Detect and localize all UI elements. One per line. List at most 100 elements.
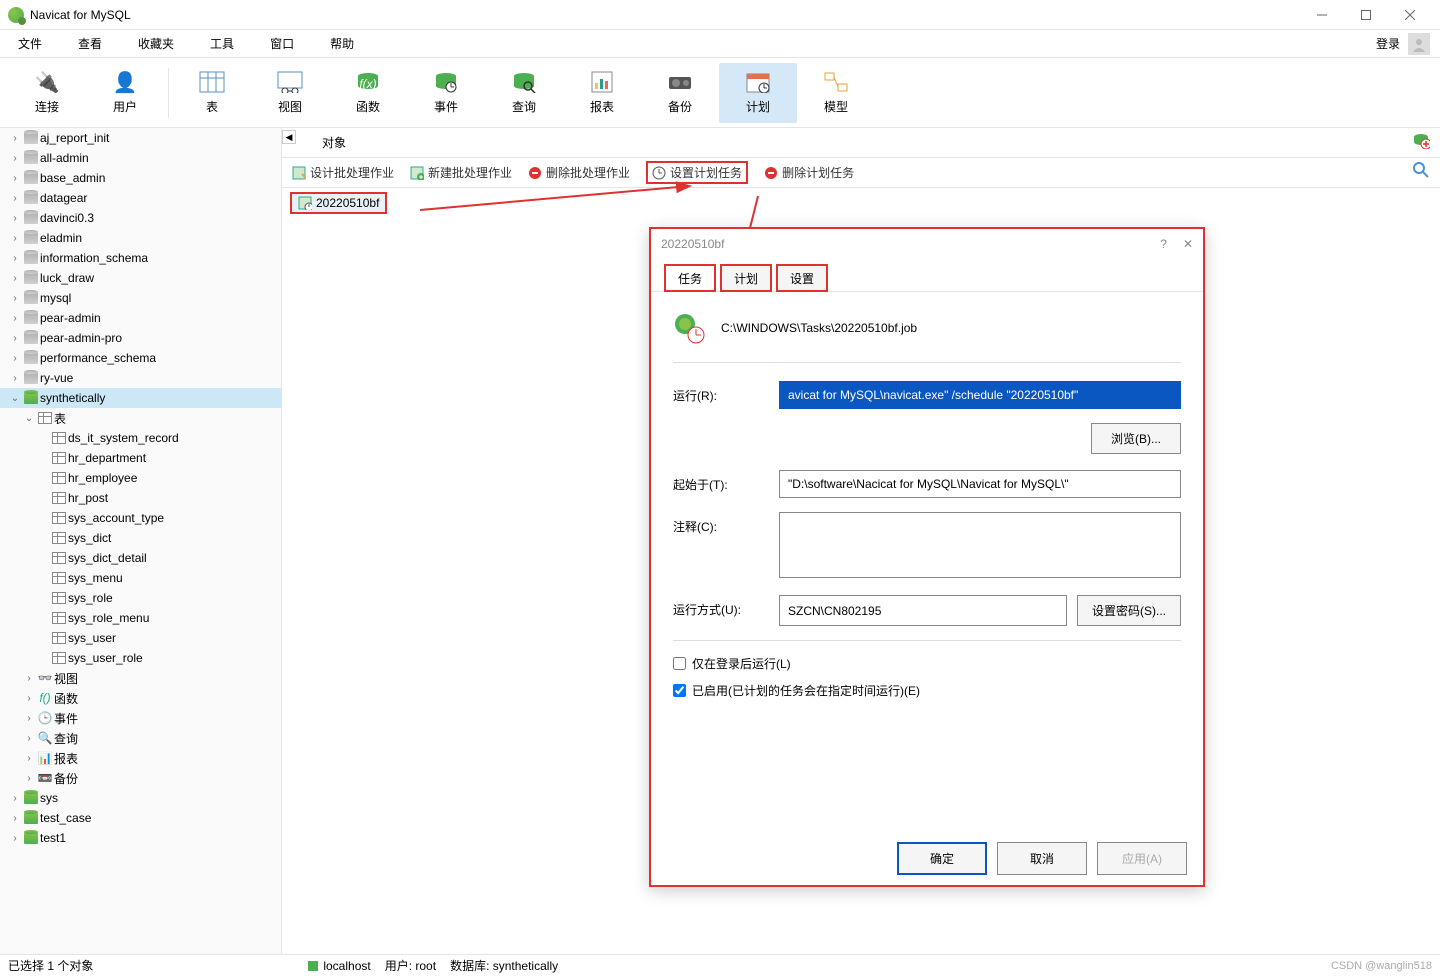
- tree-table-item[interactable]: hr_employee: [0, 468, 281, 488]
- tree-table-item[interactable]: sys_role_menu: [0, 608, 281, 628]
- close-button[interactable]: [1388, 0, 1432, 30]
- tree-table-item[interactable]: sys_user: [0, 628, 281, 648]
- tool-view[interactable]: 视图: [251, 63, 329, 123]
- tree-group-backups[interactable]: ›📼备份: [0, 768, 281, 788]
- input-run[interactable]: [779, 381, 1181, 409]
- tree-db-item[interactable]: ›test1: [0, 828, 281, 848]
- sidebar-collapse-handle[interactable]: ◀: [282, 130, 296, 144]
- status-user: 用户: root: [385, 957, 436, 974]
- tool-user[interactable]: 👤用户: [86, 63, 164, 123]
- tool-table[interactable]: 表: [173, 63, 251, 123]
- tree-db-item[interactable]: ›sys: [0, 788, 281, 808]
- tree-table-item[interactable]: hr_department: [0, 448, 281, 468]
- menu-help[interactable]: 帮助: [322, 31, 362, 56]
- tree-table-item[interactable]: sys_menu: [0, 568, 281, 588]
- tool-schedule[interactable]: 计划: [719, 63, 797, 123]
- tree-db-item[interactable]: ›mysql: [0, 288, 281, 308]
- input-runas[interactable]: [779, 595, 1067, 626]
- tool-report[interactable]: 报表: [563, 63, 641, 123]
- dialog-tab-schedule[interactable]: 计划: [721, 265, 771, 291]
- tool-backup[interactable]: 备份: [641, 63, 719, 123]
- tree-db-item[interactable]: ›test_case: [0, 808, 281, 828]
- tree-db-item[interactable]: ›all-admin: [0, 148, 281, 168]
- tool-report-label: 报表: [590, 98, 614, 115]
- tool-model-label: 模型: [824, 98, 848, 115]
- tree-db-item[interactable]: ›base_admin: [0, 168, 281, 188]
- tree-db-item[interactable]: ›pear-admin-pro: [0, 328, 281, 348]
- action-set-task[interactable]: 设置计划任务: [646, 161, 748, 184]
- window-controls: [1300, 0, 1432, 30]
- label-startin: 起始于(T):: [673, 470, 763, 493]
- input-startin[interactable]: [779, 470, 1181, 498]
- watermark: CSDN @wanglin518: [1331, 960, 1432, 972]
- action-delete-task[interactable]: 删除计划任务: [764, 164, 854, 181]
- ok-button[interactable]: 确定: [897, 842, 987, 875]
- input-comment[interactable]: [779, 512, 1181, 578]
- tool-schedule-label: 计划: [746, 98, 770, 115]
- tree-table-item[interactable]: sys_account_type: [0, 508, 281, 528]
- tree-table-item[interactable]: sys_user_role: [0, 648, 281, 668]
- menu-tools[interactable]: 工具: [202, 31, 242, 56]
- set-password-button[interactable]: 设置密码(S)...: [1077, 595, 1181, 626]
- tree-db-item[interactable]: ›eladmin: [0, 228, 281, 248]
- dialog-tab-task[interactable]: 任务: [665, 265, 715, 291]
- tree-db-item[interactable]: ›pear-admin: [0, 308, 281, 328]
- schedule-item[interactable]: 20220510bf: [290, 192, 387, 214]
- maximize-button[interactable]: [1344, 0, 1388, 30]
- minimize-button[interactable]: [1300, 0, 1344, 30]
- dialog-help-icon[interactable]: ?: [1160, 237, 1167, 251]
- tool-backup-label: 备份: [668, 98, 692, 115]
- tree-db-item[interactable]: ›luck_draw: [0, 268, 281, 288]
- action-design-job[interactable]: 设计批处理作业: [292, 164, 394, 181]
- tree-db-item[interactable]: ›davinci0.3: [0, 208, 281, 228]
- tree-db-item[interactable]: ›ry-vue: [0, 368, 281, 388]
- sidebar[interactable]: ›aj_report_init›all-admin›base_admin›dat…: [0, 128, 282, 956]
- app-title: Navicat for MySQL: [30, 8, 131, 22]
- tree-group-events[interactable]: ›🕒事件: [0, 708, 281, 728]
- apply-button[interactable]: 应用(A): [1097, 842, 1187, 875]
- tree-table-item[interactable]: hr_post: [0, 488, 281, 508]
- action-search-icon[interactable]: [1412, 161, 1430, 184]
- menu-favorites[interactable]: 收藏夹: [130, 31, 182, 56]
- menu-window[interactable]: 窗口: [262, 31, 302, 56]
- tree-db-item[interactable]: ›aj_report_init: [0, 128, 281, 148]
- status-host: localhost: [307, 959, 370, 973]
- tool-model[interactable]: 模型: [797, 63, 875, 123]
- avatar[interactable]: [1408, 33, 1430, 55]
- tree-group-views[interactable]: ›👓视图: [0, 668, 281, 688]
- cancel-button[interactable]: 取消: [997, 842, 1087, 875]
- tree-table-item[interactable]: sys_dict_detail: [0, 548, 281, 568]
- tree-group-tables[interactable]: ⌄ 表: [0, 408, 281, 428]
- action-new-job[interactable]: 新建批处理作业: [410, 164, 512, 181]
- tree-group-queries[interactable]: ›🔍查询: [0, 728, 281, 748]
- table-group-icon: [38, 412, 52, 424]
- tab-objects[interactable]: 对象: [306, 128, 362, 157]
- tree-table-item[interactable]: ds_it_system_record: [0, 428, 281, 448]
- tree-group-funcs[interactable]: ›f()函数: [0, 688, 281, 708]
- app-icon: [8, 7, 24, 23]
- tree-db-item[interactable]: ›performance_schema: [0, 348, 281, 368]
- menu-file[interactable]: 文件: [10, 31, 50, 56]
- check-enabled[interactable]: 已启用(已计划的任务会在指定时间运行)(E): [673, 682, 1181, 699]
- dialog-close-icon[interactable]: ✕: [1183, 237, 1193, 251]
- add-tab-button[interactable]: [1402, 127, 1440, 158]
- action-delete-job[interactable]: 删除批处理作业: [528, 164, 630, 181]
- status-db: 数据库: synthetically: [450, 957, 558, 974]
- dialog-tab-settings[interactable]: 设置: [777, 265, 827, 291]
- tree-db-active[interactable]: ⌄ synthetically: [0, 388, 281, 408]
- tree-db-item[interactable]: ›datagear: [0, 188, 281, 208]
- browse-button[interactable]: 浏览(B)...: [1091, 423, 1181, 454]
- tool-function[interactable]: f(x)函数: [329, 63, 407, 123]
- task-dialog: 20220510bf ? ✕ 任务 计划 设置 C:\WINDOWS\Tasks…: [649, 227, 1205, 887]
- check-only-logon[interactable]: 仅在登录后运行(L): [673, 655, 1181, 672]
- tool-event[interactable]: 事件: [407, 63, 485, 123]
- tree-table-item[interactable]: sys_role: [0, 588, 281, 608]
- login-link[interactable]: 登录: [1376, 35, 1400, 52]
- tree-db-item[interactable]: ›information_schema: [0, 248, 281, 268]
- tree-table-item[interactable]: sys_dict: [0, 528, 281, 548]
- tool-connect[interactable]: 🔌连接: [8, 63, 86, 123]
- menu-view[interactable]: 查看: [70, 31, 110, 56]
- tree-group-reports[interactable]: ›📊报表: [0, 748, 281, 768]
- tool-query[interactable]: 查询: [485, 63, 563, 123]
- status-selected: 已选择 1 个对象: [8, 957, 93, 974]
